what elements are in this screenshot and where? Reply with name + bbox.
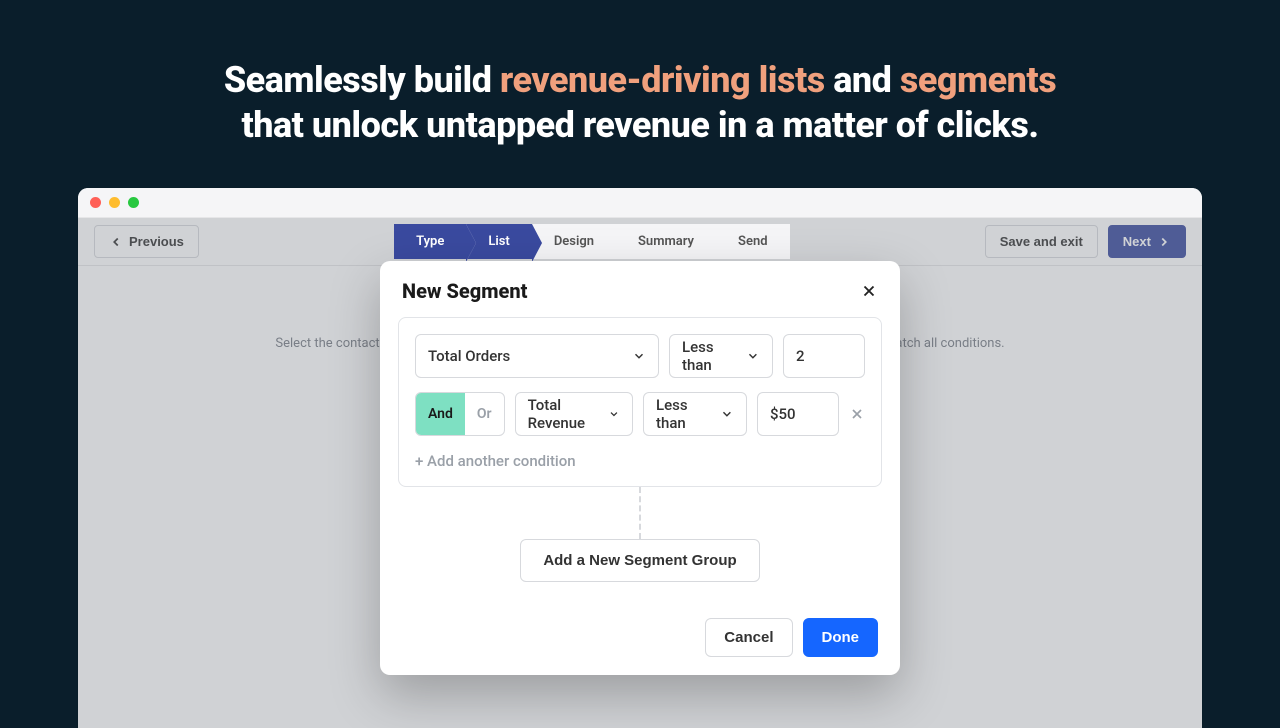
hero-headline: Seamlessly build revenue-driving lists a… [0, 0, 1280, 188]
close-icon[interactable] [860, 282, 878, 300]
chevron-down-icon [720, 407, 734, 421]
condition-row-2: And Or Total Revenue Less than $50 [415, 392, 865, 436]
step-summary[interactable]: Summary [616, 224, 716, 259]
add-segment-group-button[interactable]: Add a New Segment Group [520, 539, 759, 582]
remove-condition-icon[interactable] [849, 406, 865, 422]
operator-select[interactable]: Less than [669, 334, 773, 378]
field-select[interactable]: Total Revenue [515, 392, 633, 436]
modal-title: New Segment [402, 279, 527, 303]
field-value: Total Orders [428, 347, 510, 365]
hero-accent-1: revenue-driving lists [500, 59, 825, 101]
hero-text: Seamlessly build [224, 59, 500, 101]
wizard-stepper: Type List Design Summary Send [394, 224, 789, 259]
cancel-button[interactable]: Cancel [705, 618, 792, 657]
window-titlebar [78, 188, 1202, 218]
chevron-down-icon [632, 349, 646, 363]
step-send[interactable]: Send [716, 224, 790, 259]
value-input[interactable]: 2 [783, 334, 865, 378]
operator-value: Less than [656, 396, 720, 432]
operator-value: Less than [682, 338, 746, 374]
hero-accent-2: segments [900, 59, 1056, 101]
field-select[interactable]: Total Orders [415, 334, 659, 378]
segment-conditions-group: Total Orders Less than 2 And Or Total Re… [398, 317, 882, 487]
hero-text-line2: that unlock untapped revenue in a matter… [241, 104, 1038, 146]
window-minimize-dot[interactable] [109, 197, 120, 208]
and-or-toggle[interactable]: And Or [415, 392, 505, 436]
hero-text: and [825, 59, 900, 101]
operator-select[interactable]: Less than [643, 392, 747, 436]
field-value: Total Revenue [528, 396, 609, 432]
step-design[interactable]: Design [532, 224, 616, 259]
condition-row-1: Total Orders Less than 2 [415, 334, 865, 378]
or-option[interactable]: Or [465, 393, 504, 435]
done-button[interactable]: Done [803, 618, 879, 657]
and-option[interactable]: And [416, 393, 465, 435]
chevron-down-icon [608, 407, 620, 421]
add-condition-link[interactable]: + Add another condition [415, 450, 865, 470]
step-type[interactable]: Type [394, 224, 466, 259]
group-connector-line [639, 487, 641, 539]
window-maximize-dot[interactable] [128, 197, 139, 208]
value-input[interactable]: $50 [757, 392, 839, 436]
new-segment-modal: New Segment Total Orders Less than 2 And… [380, 261, 900, 675]
chevron-down-icon [746, 349, 760, 363]
app-window: Previous Type List Design Summary Send S… [78, 188, 1202, 728]
window-close-dot[interactable] [90, 197, 101, 208]
